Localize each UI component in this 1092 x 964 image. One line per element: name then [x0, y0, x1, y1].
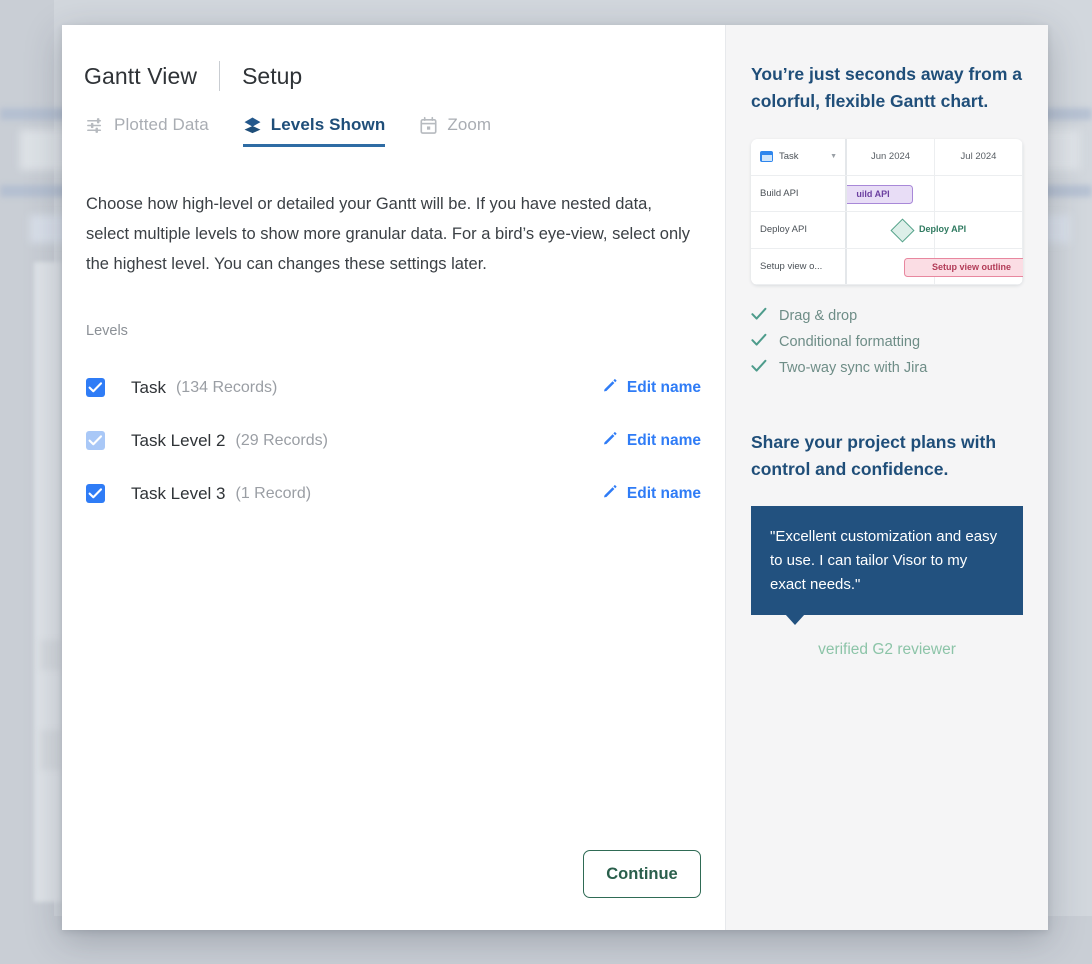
- feature-label: Two-way sync with Jira: [779, 360, 928, 376]
- continue-button[interactable]: Continue: [583, 850, 701, 898]
- preview-milestone-label: Deploy API: [919, 224, 967, 234]
- level-checkbox-task-level-3[interactable]: [86, 484, 105, 503]
- promo-headline: You’re just seconds away from a colorful…: [751, 64, 1023, 111]
- title-divider: [219, 61, 221, 91]
- feature-label: Drag & drop: [779, 308, 858, 324]
- layers-icon: [243, 116, 262, 135]
- edit-name-button-task-level-3[interactable]: Edit name: [602, 483, 701, 504]
- setup-tabs: Plotted Data Levels Shown Zoom: [62, 115, 725, 147]
- preview-grid-cell: [935, 175, 1023, 211]
- preview-task-row: Build API uild API: [751, 175, 1023, 212]
- tab-zoom[interactable]: Zoom: [419, 115, 491, 147]
- preview-task-row: Deploy API Deploy API: [751, 212, 1023, 249]
- modal-footer: Continue: [62, 818, 725, 930]
- tab-label: Levels Shown: [270, 115, 386, 134]
- table-row: Task Level 3 (1 Record) Edit name: [62, 467, 725, 520]
- check-icon: [751, 307, 767, 326]
- edit-name-label: Edit name: [626, 378, 701, 396]
- page-subtitle: Setup: [242, 62, 303, 89]
- table-row: Task (134 Records) Edit name: [62, 361, 725, 414]
- level-checkbox-task[interactable]: [86, 378, 105, 397]
- gantt-chart-preview-image: Task ▼ Jun 2024 Jul 2024 Build API uild …: [751, 139, 1023, 285]
- modal-header: Gantt View Setup: [62, 53, 725, 99]
- list-item: Drag & drop: [751, 303, 1023, 329]
- preview-task-timeline: Setup view outline: [847, 248, 1023, 284]
- setup-left-pane: Gantt View Setup Plotted Data Levels Sho…: [62, 25, 726, 930]
- backdrop-strip: [34, 262, 62, 902]
- preview-month-cell: Jul 2024: [935, 139, 1023, 175]
- edit-name-label: Edit name: [626, 484, 701, 502]
- tab-levels-shown[interactable]: Levels Shown: [242, 115, 386, 147]
- preview-task-name-cell: Deploy API: [751, 212, 847, 248]
- gantt-setup-modal: Gantt View Setup Plotted Data Levels Sho…: [62, 25, 1048, 930]
- edit-name-button-task-level-2[interactable]: Edit name: [602, 430, 701, 451]
- page-title: Gantt View: [84, 62, 198, 89]
- list-item: Two-way sync with Jira: [751, 355, 1023, 381]
- pencil-icon: [602, 430, 618, 451]
- feature-list: Drag & drop Conditional formatting Two-w…: [751, 303, 1023, 381]
- promo-headline-secondary: Share your project plans with control an…: [751, 432, 997, 479]
- backdrop-card-1: [40, 640, 62, 670]
- level-name: Task: [131, 377, 166, 397]
- level-name: Task Level 2: [131, 430, 226, 450]
- level-record-count: (1 Record): [235, 484, 312, 502]
- preview-task-timeline: uild API: [833, 175, 1023, 211]
- testimonial-quote: "Excellent customization and easy to use…: [751, 506, 1023, 625]
- list-item: Conditional formatting: [751, 329, 1023, 355]
- check-icon: [751, 359, 767, 378]
- level-record-count: (29 Records): [235, 431, 328, 449]
- tab-label: Plotted Data: [114, 115, 209, 134]
- table-row: Task Level 2 (29 Records) Edit name: [62, 414, 725, 467]
- levels-list: Task (134 Records) Edit name Task Level …: [62, 361, 725, 520]
- preview-header-row: Task ▼ Jun 2024 Jul 2024: [751, 139, 1023, 176]
- feature-label: Conditional formatting: [779, 334, 921, 350]
- preview-column-label: Task: [779, 151, 799, 163]
- level-checkbox-task-level-2[interactable]: [86, 431, 105, 450]
- preview-gantt-bar: Setup view outline: [904, 257, 1023, 277]
- backdrop-card-2: [40, 730, 62, 770]
- testimonial-attribution: verified G2 reviewer: [818, 641, 956, 658]
- preview-task-name-cell: Setup view o...: [751, 248, 847, 284]
- chevron-down-icon: ▼: [830, 153, 837, 161]
- pencil-icon: [602, 483, 618, 504]
- pencil-icon: [602, 377, 618, 398]
- tab-plotted-data[interactable]: Plotted Data: [86, 115, 209, 147]
- check-icon: [751, 333, 767, 352]
- setup-description: Choose how high-level or detailed your G…: [86, 195, 691, 273]
- level-name: Task Level 3: [131, 483, 226, 503]
- preview-task-name-cell: Build API: [751, 175, 847, 211]
- edit-name-button-task[interactable]: Edit name: [602, 377, 701, 398]
- level-record-count: (134 Records): [175, 378, 278, 396]
- preview-month-cell: Jun 2024: [847, 139, 935, 175]
- edit-name-label: Edit name: [626, 431, 701, 449]
- preview-timeline-header: Jun 2024 Jul 2024: [847, 139, 1023, 175]
- table-icon: [760, 151, 773, 163]
- promo-right-pane: You’re just seconds away from a colorful…: [726, 25, 1048, 930]
- preview-task-timeline: Deploy API: [847, 212, 1023, 248]
- calendar-icon: [419, 116, 438, 135]
- preview-column-header: Task ▼: [751, 139, 847, 175]
- levels-section-label: Levels: [86, 323, 128, 339]
- sliders-icon: [86, 116, 105, 135]
- tab-label: Zoom: [447, 115, 492, 134]
- preview-task-row: Setup view o... Setup view outline: [751, 248, 1023, 285]
